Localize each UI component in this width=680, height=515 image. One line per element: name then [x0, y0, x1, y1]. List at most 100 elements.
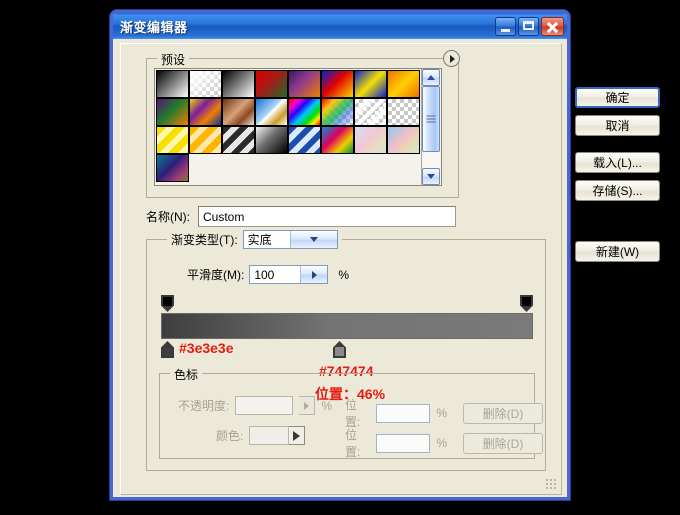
preset-menu-arrow-icon[interactable] [443, 50, 460, 67]
scroll-track[interactable] [422, 86, 440, 168]
window-title: 渐变编辑器 [120, 19, 188, 35]
name-input[interactable]: Custom [198, 206, 456, 227]
scroll-down-button[interactable] [422, 168, 440, 185]
preset-swatch[interactable] [255, 98, 288, 126]
preset-swatch[interactable] [288, 126, 321, 154]
preset-swatch[interactable] [255, 126, 288, 154]
dialog-inner-panel: 预设 名称(N): Custom 渐变类型(T): 实底 平滑度(M): 100… [120, 43, 562, 495]
gradient-type-row: 渐变类型(T): 实底 [167, 230, 342, 249]
opacity-label: 不透明度: [178, 399, 230, 413]
location-label-1: 位置: [345, 398, 361, 429]
preset-scrollbar[interactable] [421, 69, 440, 185]
minimize-button[interactable] [495, 16, 516, 36]
color-row: 颜色: [216, 426, 306, 445]
location-input-1 [376, 403, 431, 423]
preset-swatch[interactable] [156, 126, 189, 154]
delete-button-2: 删除(D) [463, 432, 543, 454]
maximize-icon [519, 18, 538, 35]
opacity-percent: % [321, 398, 333, 413]
preset-swatch[interactable] [189, 126, 222, 154]
annotation-color-left: #3e3e3e [179, 340, 234, 356]
preset-swatch[interactable] [387, 70, 420, 98]
save-button[interactable]: 存储(S)... [575, 180, 660, 201]
preset-swatch[interactable] [321, 70, 354, 98]
smoothness-label: 平滑度(M): [187, 268, 245, 282]
preset-swatch[interactable] [387, 126, 420, 154]
color-stops-group: 色标 不透明度: % 位置: % 删除(D) 颜色: 位置: % 删除(D) [159, 366, 543, 459]
preset-swatch-box [154, 68, 442, 186]
preset-swatch[interactable] [321, 98, 354, 126]
gradient-type-label: 渐变类型(T): [171, 233, 238, 247]
preset-swatch[interactable] [156, 154, 189, 182]
preset-swatch[interactable] [189, 70, 222, 98]
maximize-button[interactable] [518, 16, 539, 36]
window-buttons [495, 16, 564, 36]
chevron-up-icon [427, 75, 435, 80]
smoothness-value: 100 [254, 267, 275, 282]
opacity-stop-right[interactable] [520, 295, 533, 313]
preset-swatch-gradient [190, 71, 221, 97]
scroll-up-button[interactable] [422, 69, 440, 86]
preset-swatch-grid[interactable] [155, 69, 421, 185]
color-arrow-icon [289, 426, 306, 445]
name-row: 名称(N): Custom [146, 206, 546, 228]
gradient-type-value: 实底 [247, 233, 272, 247]
gradient-preview-area: #3e3e3e #747474 位置：46% [159, 295, 535, 402]
dialog-action-buttons: 确定 取消 载入(L)... 存储(S)... 新建(W) [575, 87, 660, 269]
preset-swatch[interactable] [156, 70, 189, 98]
preset-swatch[interactable] [255, 70, 288, 98]
title-bar[interactable]: 渐变编辑器 [113, 13, 567, 39]
preset-swatch[interactable] [354, 126, 387, 154]
presets-group: 预设 [146, 50, 460, 198]
preset-swatch[interactable] [156, 98, 189, 126]
gradient-bar[interactable] [161, 313, 533, 339]
smoothness-input[interactable]: 100 [249, 265, 329, 284]
preset-swatch[interactable] [288, 70, 321, 98]
opacity-stop-left[interactable] [161, 295, 174, 313]
color-label: 颜色: [216, 429, 244, 443]
close-icon [542, 18, 563, 35]
preset-swatch[interactable] [354, 98, 387, 126]
location-row-1: 位置: % 删除(D) [345, 396, 543, 430]
ok-button[interactable]: 确定 [575, 87, 660, 108]
location-percent-1: % [436, 406, 448, 420]
preset-swatch[interactable] [222, 70, 255, 98]
chevron-down-icon [427, 174, 435, 179]
preset-swatch[interactable] [222, 98, 255, 126]
resize-grip-icon[interactable] [545, 478, 557, 490]
preset-swatch[interactable] [222, 126, 255, 154]
chevron-down-icon[interactable] [289, 231, 337, 248]
scroll-grip-icon [426, 115, 436, 123]
smoothness-arrow-icon[interactable] [300, 266, 328, 283]
cancel-button[interactable]: 取消 [575, 115, 660, 136]
preset-swatch[interactable] [387, 98, 420, 126]
scroll-thumb[interactable] [422, 86, 440, 152]
location-label-2: 位置: [345, 428, 361, 459]
opacity-input [235, 396, 294, 415]
preset-swatch-gradient [322, 99, 353, 125]
preset-swatch[interactable] [189, 98, 222, 126]
new-button[interactable]: 新建(W) [575, 241, 660, 262]
dialog-body: 预设 名称(N): Custom 渐变类型(T): 实底 平滑度(M): 100… [113, 39, 660, 497]
preset-swatch-gradient [355, 99, 386, 125]
load-button[interactable]: 载入(L)... [575, 152, 660, 173]
presets-legend: 预设 [157, 51, 190, 68]
gradient-type-select[interactable]: 实底 [242, 230, 338, 249]
color-swatch [249, 426, 290, 445]
gradient-editor-window: 渐变编辑器 预设 名称(N): Custom 渐变类型(T): 实底 平滑度(M… [110, 10, 660, 500]
close-button[interactable] [541, 16, 564, 36]
preset-swatch[interactable] [288, 98, 321, 126]
gradient-type-group: 渐变类型(T): 实底 平滑度(M): 100 % #3e3e3e #74747… [146, 230, 546, 471]
color-stop-middle[interactable] [333, 341, 346, 359]
preset-swatch[interactable] [354, 70, 387, 98]
minimize-icon [496, 18, 515, 35]
location-row-2: 位置: % 删除(D) [345, 426, 543, 460]
smoothness-row: 平滑度(M): 100 % [187, 265, 349, 284]
location-percent-2: % [436, 436, 448, 450]
color-stop-left[interactable] [161, 341, 174, 359]
preset-swatch[interactable] [321, 126, 354, 154]
smoothness-unit: % [338, 267, 349, 282]
color-stops-legend: 色标 [170, 366, 203, 383]
opacity-arrow-icon [299, 396, 316, 415]
delete-button-1: 删除(D) [463, 402, 543, 424]
